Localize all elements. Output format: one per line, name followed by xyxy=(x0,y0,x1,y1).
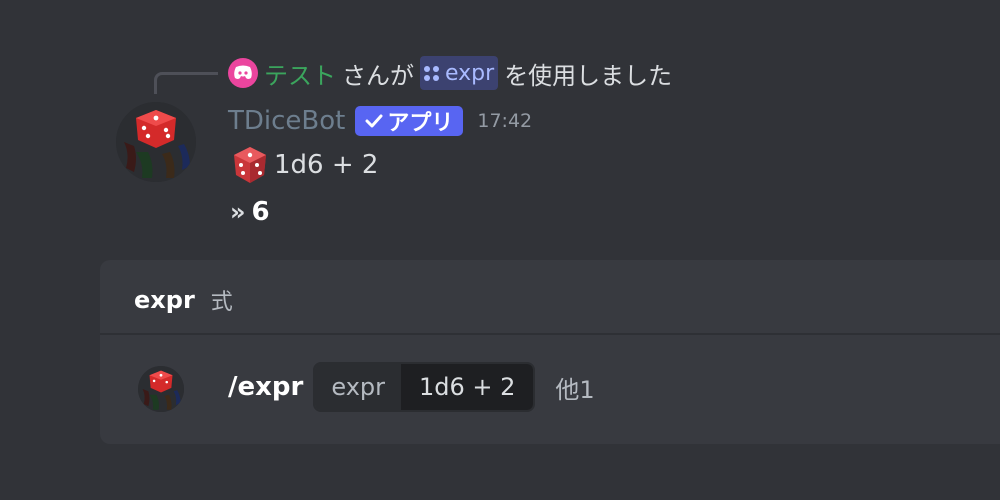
apps-icon xyxy=(424,65,439,81)
roll-expression: 1d6 + 2 xyxy=(274,150,379,180)
slash-command[interactable]: /expr xyxy=(228,372,303,402)
app-badge-label: アプリ xyxy=(387,111,454,136)
app-badge: アプリ xyxy=(355,106,464,136)
command-invocation[interactable]: /expr expr 1d6 + 2 他1 xyxy=(228,362,595,412)
avatar-dice-icon xyxy=(138,366,184,412)
command-app-avatar xyxy=(138,366,184,412)
command-mention[interactable]: expr xyxy=(420,56,499,90)
timestamp[interactable]: 17:42 xyxy=(477,110,532,132)
reply-text-mid: さんが xyxy=(342,61,414,90)
avatar-dice-icon xyxy=(116,102,196,182)
more-options[interactable]: 他1 xyxy=(555,370,594,405)
message-result-line: » 6 xyxy=(230,192,270,232)
reply-context[interactable]: テスト さんが expr を使用しました xyxy=(228,56,672,90)
message-header: TDiceBot アプリ 17:42 xyxy=(228,100,532,142)
message-roll-line: 1d6 + 2 xyxy=(230,144,378,186)
avatar[interactable] xyxy=(116,102,196,182)
dice-icon xyxy=(234,147,266,183)
command-name: expr xyxy=(134,286,195,314)
command-panel: expr 式 xyxy=(100,260,1000,444)
panel-divider xyxy=(100,333,1000,335)
option-chip[interactable]: expr 1d6 + 2 xyxy=(313,362,536,412)
reply-spine xyxy=(154,72,218,94)
double-chevron-icon: » xyxy=(230,198,245,226)
command-panel-header: expr 式 xyxy=(134,280,233,320)
option-name: expr xyxy=(315,364,401,410)
command-mention-label: expr xyxy=(445,60,495,86)
reply-text-end: を使用しました xyxy=(504,61,673,90)
command-description: 式 xyxy=(210,290,233,315)
username[interactable]: TDiceBot xyxy=(228,106,345,136)
reply-username[interactable]: テスト xyxy=(264,56,336,91)
discord-icon xyxy=(228,58,258,88)
option-value: 1d6 + 2 xyxy=(401,364,534,410)
check-icon xyxy=(365,114,383,128)
roll-result: 6 xyxy=(251,197,270,227)
